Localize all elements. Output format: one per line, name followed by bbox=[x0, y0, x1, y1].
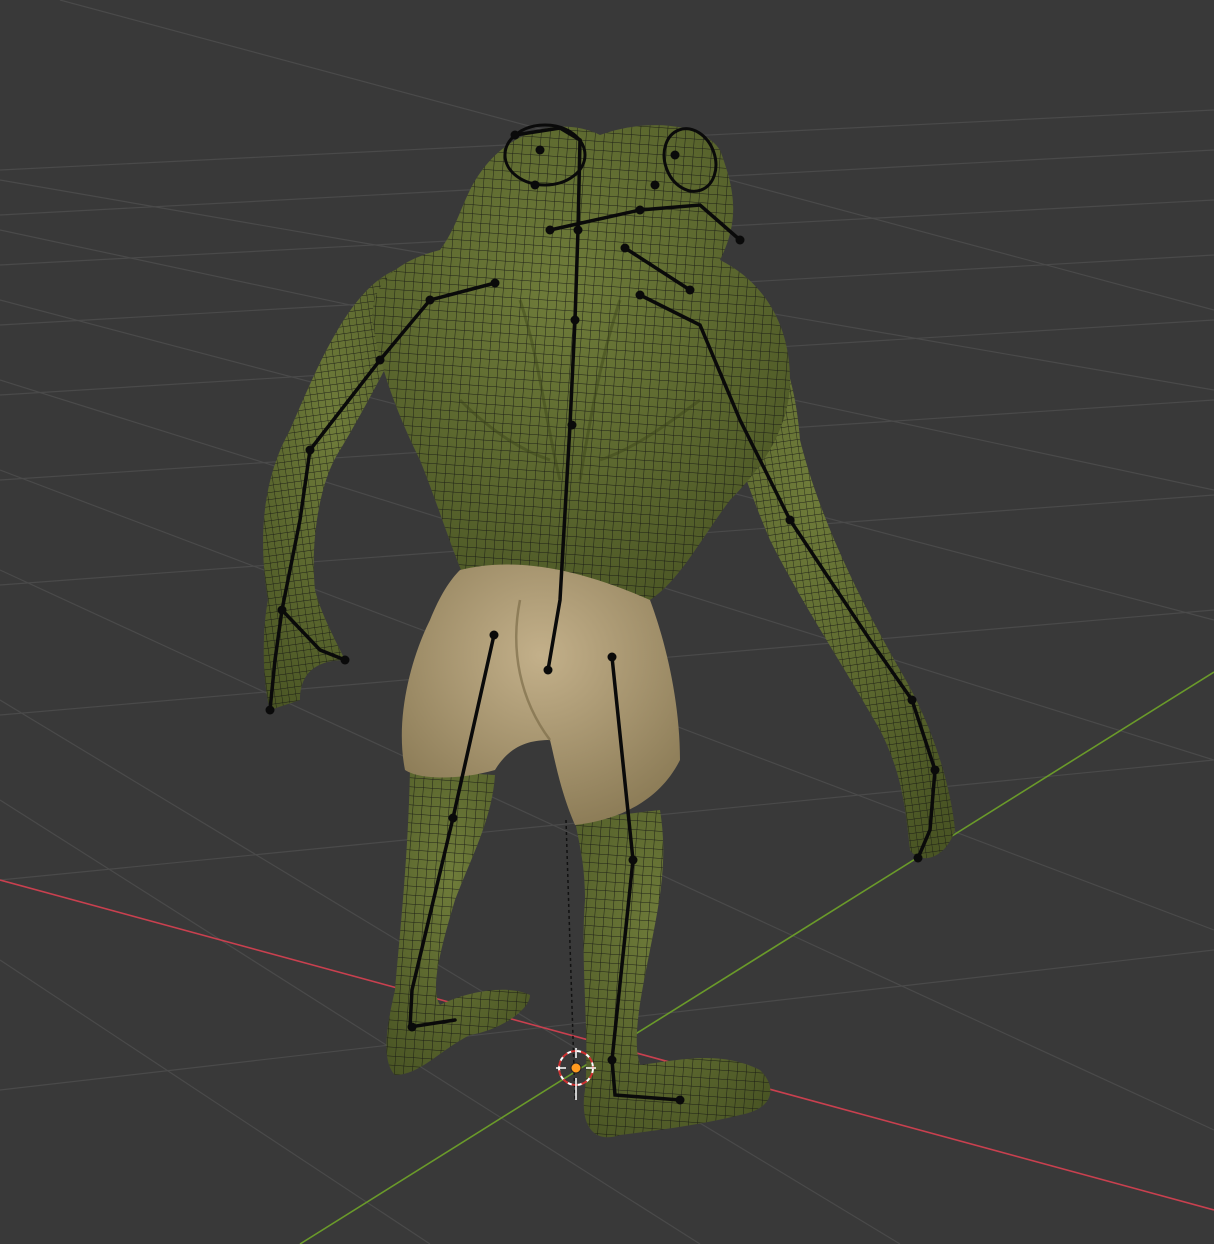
ik-dotted-line bbox=[565, 819, 576, 1101]
viewport-canvas[interactable] bbox=[0, 0, 1214, 1244]
3d-viewport[interactable] bbox=[0, 0, 1214, 1244]
origin-dot[interactable] bbox=[570, 1062, 582, 1074]
frog-mesh[interactable] bbox=[263, 121, 955, 1138]
